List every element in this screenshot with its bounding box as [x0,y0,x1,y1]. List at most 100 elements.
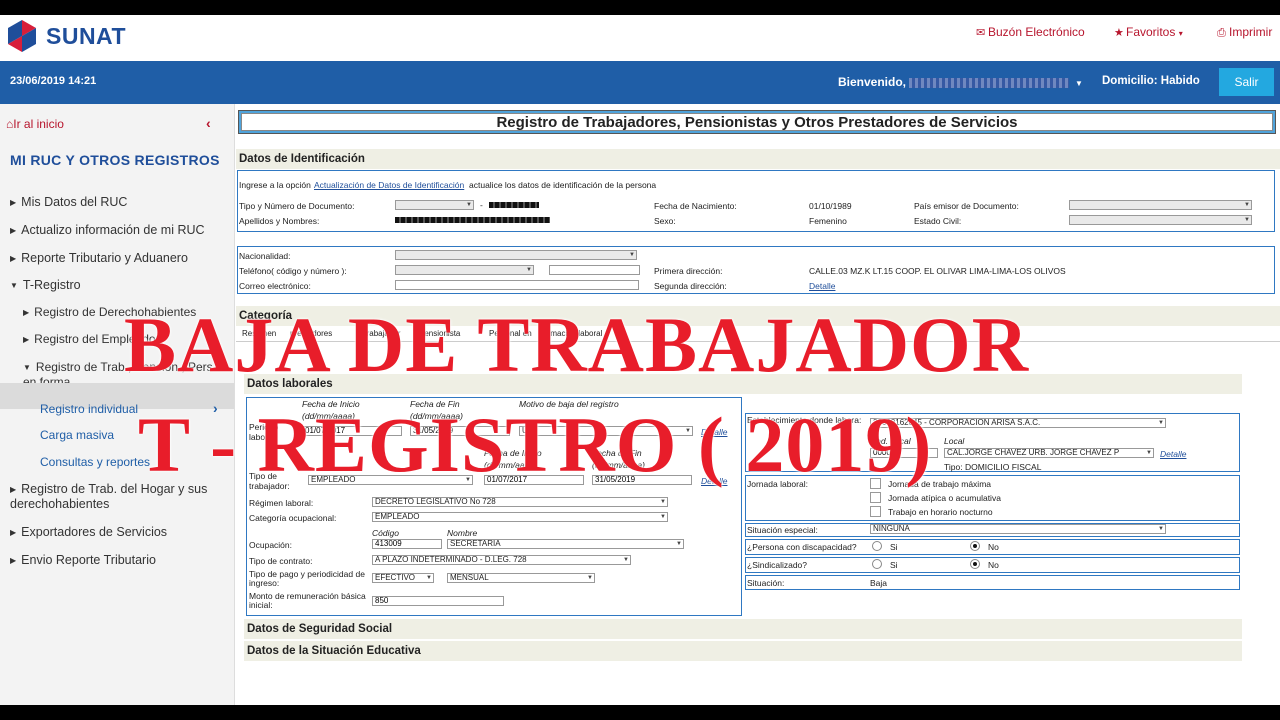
jornada-atipica-checkbox[interactable] [870,492,881,503]
ocupacion-codigo-value: 413009 [375,539,402,548]
redacted-username [909,77,1070,88]
sindicalizado-no-radio[interactable] [970,559,980,569]
telefono-label: Teléfono( código y número ): [239,266,347,276]
page-title: Registro de Trabajadores, Pensionistas y… [241,113,1273,131]
printer-icon: ⎙ [1217,27,1226,39]
nombre-header: Nombre [447,528,478,538]
discapacidad-no-radio[interactable] [970,541,980,551]
codigo-header: Código [372,528,399,538]
salir-button[interactable]: Salir [1219,68,1274,96]
sidebar-item-reporte[interactable]: ▶ Reporte Tributario y Aduanero [10,251,188,266]
pais-label: País emisor de Documento: [914,201,1019,211]
situacion-especial-select[interactable]: NINGUNA ▼ [870,524,1166,534]
fecha-nac-value: 01/10/1989 [809,201,852,211]
situacion-especial-value: NINGUNA [873,524,910,533]
imprimir-link[interactable]: ⎙ Imprimir [1217,25,1272,40]
monto-value: 850 [375,596,389,605]
periodicidad-select[interactable]: MENSUAL ▼ [447,573,595,583]
actualizacion-link[interactable]: Actualización de Datos de Identificación [314,180,464,190]
caret-right-icon: ▶ [10,485,17,494]
horario-nocturno-label: Trabajo en horario nocturno [888,507,993,517]
tipo-local-text: Tipo: DOMICILIO FISCAL [944,462,1042,472]
chevron-down-icon: ▼ [676,541,682,547]
sidebar-item-label: Envio Reporte Tributario [21,553,156,567]
top-header: SUNAT ✉ Buzón Electrónico ★ Favoritos ▾ ⎙ I… [0,15,1280,61]
session-datetime: 23/06/2019 14:21 [10,75,97,87]
horario-nocturno-checkbox[interactable] [870,506,881,517]
redacted-name [395,217,550,223]
categoria-ocup-value: EMPLEADO [375,512,420,521]
tipo-pago-label: Tipo de pago y periodicidad de ingreso: [249,569,365,588]
chevron-down-icon: ▼ [1244,217,1250,223]
contacto-box [237,246,1275,294]
section-situacion-educativa[interactable]: Datos de la Situación Educativa [244,641,1242,661]
periodicidad-value: MENSUAL [450,573,489,582]
sidebar-item-envio[interactable]: ▶ Envio Reporte Tributario [10,553,156,568]
sindicalizado-si-label: Si [890,560,898,570]
telefono-numero-input[interactable] [549,265,640,275]
pais-select[interactable]: ▼ [1069,200,1252,210]
segunda-dir-label: Segunda dirección: [654,281,727,291]
categoria-ocup-select[interactable]: EMPLEADO ▼ [372,512,668,522]
tipo-contrato-select[interactable]: A PLAZO INDETERMINADO - D.LEG. 728 ▼ [372,555,631,565]
sindicalizado-no-label: No [988,560,999,570]
tipo-doc-label: Tipo y Número de Documento: [239,201,355,211]
sindicalizado-label: ¿Sindicalizado? [747,560,808,570]
sidebar-item-actualizo[interactable]: ▶ Actualizo información de mi RUC [10,223,205,238]
user-menu[interactable]: Bienvenido, ▼ [838,75,1083,89]
sidebar-item-label: Registro individual [40,402,139,416]
sidebar-item-consultas[interactable]: Consultas y reportes [40,455,150,470]
fecha-nac-label: Fecha de Nacimiento: [654,201,737,211]
local-detalle-link[interactable]: Detalle [1160,449,1186,459]
categoria-ocup-label: Categoría ocupacional: [249,513,337,523]
estado-civil-select[interactable]: ▼ [1069,215,1252,225]
domicilio-status: Domicilio: Habido [1102,75,1200,87]
apellidos-label: Apellidos y Nombres: [239,216,320,226]
discapacidad-si-label: Si [890,542,898,552]
sidebar-title: MI RUC Y OTROS REGISTROS [10,152,220,168]
caret-right-icon: ▶ [10,254,17,263]
favoritos-label: Favoritos [1126,25,1176,39]
sidebar-item-label: Actualizo información de mi RUC [21,223,205,237]
redacted-doc-number [489,202,539,208]
sidebar-item-mis-datos[interactable]: ▶ Mis Datos del RUC [10,195,127,210]
correo-label: Correo electrónico: [239,281,311,291]
local-select[interactable]: CAL.JORGE CHAVEZ URB. JORGE CHAVEZ P ▼ [944,448,1154,458]
nacionalidad-label: Nacionalidad: [239,251,291,261]
sindicalizado-si-radio[interactable] [872,559,882,569]
sunat-logo[interactable]: SUNAT [6,18,156,56]
section-seguridad-social[interactable]: Datos de Seguridad Social [244,619,1242,639]
local-value: CAL.JORGE CHAVEZ URB. JORGE CHAVEZ P [947,448,1120,457]
nacionalidad-select[interactable]: ▼ [395,250,637,260]
monto-input[interactable]: 850 [372,596,504,606]
ocupacion-value: SECRETARIA [450,539,501,548]
chevron-down-icon: ▼ [660,499,666,505]
regimen-select[interactable]: DECRETO LEGISLATIVO No 728 ▼ [372,497,668,507]
sidebar-item-label: T-Registro [22,278,81,292]
sidebar-item-label: Exportadores de Servicios [21,525,168,539]
segunda-dir-detalle-link[interactable]: Detalle [809,281,835,291]
telefono-codigo-select[interactable]: ▼ [395,265,534,275]
sidebar-item-label: Reporte Tributario y Aduanero [21,251,188,265]
sidebar-item-label: Mis Datos del RUC [21,195,128,209]
ocupacion-select[interactable]: SECRETARIA ▼ [447,539,684,549]
sidebar-item-carga-masiva[interactable]: Carga masiva [40,428,114,443]
discapacidad-si-radio[interactable] [872,541,882,551]
sidebar-item-exportadores[interactable]: ▶ Exportadores de Servicios [10,525,167,540]
sidebar-item-t-registro[interactable]: ▼ T-Registro [10,278,81,293]
sidebar-item-registro-individual[interactable]: Registro individual [40,402,138,417]
situacion-value: Baja [870,578,888,588]
overlay-title-line1: BAJA DE TRABAJADOR [124,301,1030,388]
collapse-sidebar-icon[interactable]: ‹ [206,115,211,131]
chevron-down-icon: ▾ [1178,29,1183,38]
ocupacion-codigo-input[interactable]: 413009 [372,539,442,549]
home-link[interactable]: ⌂Ir al inicio [6,117,64,131]
buzon-link[interactable]: ✉ Buzón Electrónico [976,25,1085,39]
tipo-pago-select[interactable]: EFECTIVO ▼ [372,573,434,583]
favoritos-menu[interactable]: ★ Favoritos ▾ [1114,25,1183,39]
mail-icon: ✉ [976,27,986,39]
correo-input[interactable] [395,280,639,290]
chevron-down-icon: ▼ [466,202,472,208]
tipo-doc-select[interactable]: ▼ [395,200,474,210]
chevron-down-icon: ▼ [623,557,629,563]
